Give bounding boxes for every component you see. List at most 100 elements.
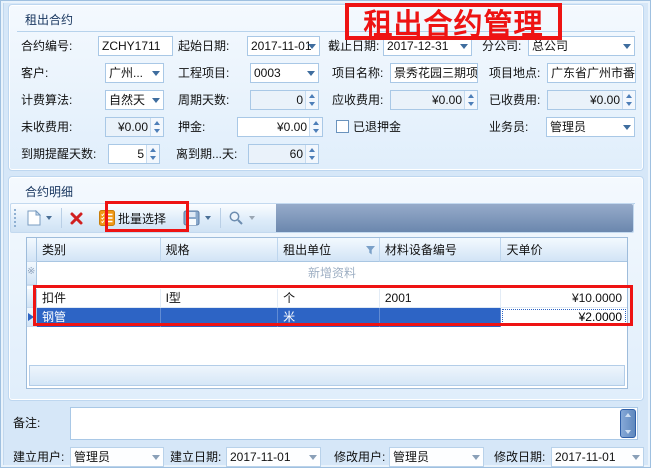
chevron-down-icon[interactable]: [307, 71, 315, 76]
spinner-arrows-icon[interactable]: [305, 91, 318, 109]
cell-category[interactable]: 扣件: [37, 289, 161, 308]
column-header-spec[interactable]: 规格: [161, 238, 279, 262]
spinner-arrows-icon[interactable]: [464, 91, 477, 109]
deposit-stepper[interactable]: ¥0.00: [237, 117, 323, 137]
scroll-down-icon[interactable]: [625, 430, 631, 434]
grid-header-row: 类别 规格 租出单位 材料设备编号 天单价: [27, 238, 627, 262]
table-row[interactable]: 扣件 I型 个 2001 ¥10.0000: [27, 289, 627, 308]
column-header-daily-price[interactable]: 天单价: [501, 238, 627, 262]
toolbar-background-strip: [276, 204, 633, 232]
branch-label: 分公司:: [482, 36, 521, 56]
chevron-down-icon[interactable]: [205, 216, 211, 220]
contract-group-title: 租出合约: [25, 11, 73, 28]
chevron-down-icon[interactable]: [152, 455, 160, 460]
memo-scrollbar[interactable]: [620, 409, 636, 438]
chevron-down-icon[interactable]: [623, 44, 631, 49]
created-by-combo[interactable]: 管理员: [70, 447, 164, 467]
search-button[interactable]: [225, 208, 260, 228]
batch-select-button[interactable]: 批量选择: [96, 208, 169, 229]
unreceived-label: 未收费用:: [21, 117, 72, 137]
cycle-days-stepper[interactable]: 0: [250, 90, 319, 110]
modified-by-combo[interactable]: 管理员: [389, 447, 484, 467]
grid-footer-panel: [29, 365, 625, 386]
row-indicator[interactable]: [27, 289, 37, 308]
filter-funnel-icon[interactable]: [366, 246, 375, 255]
deposit-returned-label: 已退押金: [353, 117, 401, 137]
spinner-arrows-icon[interactable]: [146, 145, 159, 163]
remarks-textarea[interactable]: [70, 407, 638, 440]
table-row-selected[interactable]: 钢管 米 ¥2.0000: [27, 308, 627, 327]
days-to-expiry-stepper[interactable]: 60: [248, 144, 319, 164]
created-date-combo[interactable]: 2017-11-01: [226, 447, 321, 467]
receivable-label: 应收费用:: [332, 90, 383, 110]
chevron-down-icon[interactable]: [249, 216, 255, 220]
new-row-indicator: ※: [27, 262, 37, 285]
salesman-label: 业务员:: [489, 117, 528, 137]
project-location-label: 项目地点:: [489, 63, 540, 83]
contract-no-input[interactable]: ZCHY1711: [98, 36, 173, 56]
column-header-equipment-no[interactable]: 材料设备编号: [380, 238, 502, 262]
scroll-up-icon[interactable]: [625, 413, 631, 417]
branch-combo[interactable]: 总公司: [528, 36, 635, 56]
cell-equipment-no[interactable]: [380, 308, 502, 327]
remarks-label: 备注:: [13, 413, 40, 433]
spinner-arrows-icon[interactable]: [150, 118, 163, 136]
chevron-down-icon[interactable]: [152, 98, 160, 103]
deposit-returned-checkbox[interactable]: [336, 120, 349, 133]
new-row-button[interactable]: [24, 208, 57, 228]
save-button[interactable]: [180, 208, 216, 228]
detail-grid: 类别 规格 租出单位 材料设备编号 天单价 ※ 新增资料 扣件 I型 个 200…: [26, 237, 628, 389]
cycle-days-label: 周期天数:: [178, 90, 229, 110]
spinner-arrows-icon[interactable]: [305, 145, 318, 163]
cell-spec[interactable]: I型: [161, 289, 279, 308]
delete-row-button[interactable]: [66, 209, 87, 228]
delete-x-icon: [69, 211, 84, 226]
toolbar-grip-handle[interactable]: [14, 209, 19, 227]
search-icon: [228, 210, 244, 226]
chevron-down-icon[interactable]: [623, 125, 631, 130]
start-date-combo[interactable]: 2017-11-01: [247, 36, 320, 56]
spinner-arrows-icon[interactable]: [622, 91, 635, 109]
cell-unit[interactable]: 米: [278, 308, 380, 327]
chevron-down-icon[interactable]: [472, 455, 480, 460]
project-location-input[interactable]: 广东省广州市番: [547, 63, 636, 83]
checklist-icon: [99, 210, 115, 226]
customer-combo[interactable]: 广州...: [105, 63, 164, 83]
chevron-down-icon[interactable]: [46, 216, 52, 220]
chevron-down-icon[interactable]: [632, 455, 640, 460]
grid-new-row[interactable]: ※ 新增资料: [27, 262, 627, 286]
cell-equipment-no[interactable]: 2001: [380, 289, 502, 308]
cell-spec[interactable]: [161, 308, 279, 327]
column-header-category[interactable]: 类别: [37, 238, 161, 262]
modified-date-combo[interactable]: 2017-11-01: [551, 447, 644, 467]
end-date-combo[interactable]: 2017-12-31: [383, 36, 472, 56]
chevron-down-icon[interactable]: [308, 44, 316, 49]
project-combo[interactable]: 0003: [250, 63, 319, 83]
cell-category[interactable]: 钢管: [37, 308, 161, 327]
billing-method-combo[interactable]: 自然天: [105, 90, 164, 110]
project-name-input[interactable]: 景秀花园三期项: [390, 63, 478, 83]
cell-daily-price-editing[interactable]: ¥2.0000: [501, 308, 627, 327]
received-stepper[interactable]: ¥0.00: [547, 90, 636, 110]
cell-unit[interactable]: 个: [278, 289, 380, 308]
row-indicator-current[interactable]: [27, 308, 37, 327]
spinner-arrows-icon[interactable]: [309, 118, 322, 136]
new-row-placeholder: 新增资料: [37, 262, 627, 285]
chevron-down-icon[interactable]: [309, 455, 317, 460]
cell-daily-price[interactable]: ¥10.0000: [501, 289, 627, 308]
created-date-label: 建立日期:: [170, 447, 221, 467]
modified-date-label: 修改日期:: [494, 447, 545, 467]
receivable-stepper[interactable]: ¥0.00: [390, 90, 478, 110]
unreceived-stepper[interactable]: ¥0.00: [105, 117, 164, 137]
detail-group-title: 合约明细: [25, 183, 73, 200]
toolbar-separator: [61, 208, 62, 228]
salesman-combo[interactable]: 管理员: [546, 117, 635, 137]
created-by-label: 建立用户:: [13, 447, 64, 467]
toolbar-separator: [220, 208, 221, 228]
project-name-label: 项目名称:: [332, 63, 383, 83]
new-row-asterisk-icon: ※: [27, 266, 35, 277]
chevron-down-icon[interactable]: [460, 44, 468, 49]
remind-days-stepper[interactable]: 5: [108, 144, 160, 164]
column-header-unit[interactable]: 租出单位: [278, 238, 380, 262]
chevron-down-icon[interactable]: [152, 71, 160, 76]
